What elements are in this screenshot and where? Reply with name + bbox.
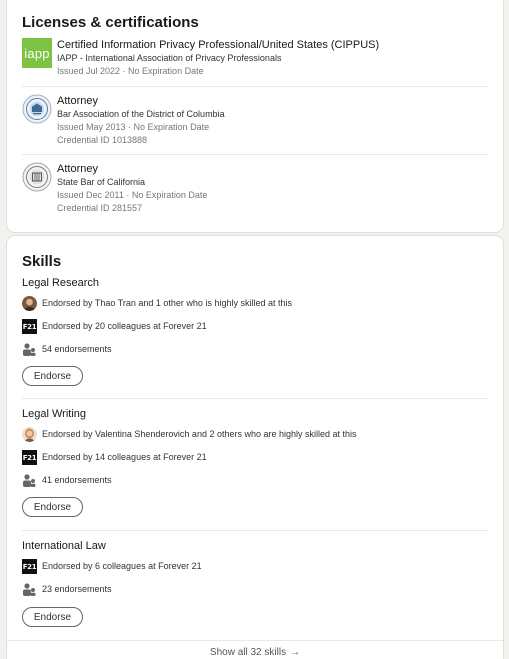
endorsement-company-text: Endorsed by 20 colleagues at Forever 21 — [42, 321, 207, 331]
forever21-logo: F21 — [22, 319, 37, 334]
divider — [22, 530, 488, 531]
endorsement-person-text: Endorsed by Valentina Shenderovich and 2… — [42, 429, 357, 439]
dc-bar-seal-logo — [22, 94, 52, 124]
endorsement-count: 41 endorsements — [42, 475, 112, 485]
avatar — [22, 296, 37, 311]
endorsement-count: 23 endorsements — [42, 584, 112, 594]
endorse-button[interactable]: Endorse — [22, 497, 83, 517]
endorse-button[interactable]: Endorse — [22, 366, 83, 386]
license-item-ca-bar[interactable]: Attorney State Bar of California Issued … — [22, 162, 488, 222]
forever21-logo: F21 — [22, 559, 37, 574]
endorsement-company-row[interactable]: F21 Endorsed by 14 colleagues at Forever… — [22, 450, 488, 466]
endorsement-company-row[interactable]: F21 Endorsed by 20 colleagues at Forever… — [22, 319, 488, 335]
divider — [22, 154, 488, 155]
endorsement-person-row[interactable]: Endorsed by Valentina Shenderovich and 2… — [22, 427, 488, 443]
skill-item-legal-research: Legal Research Endorsed by Thao Tran and… — [22, 277, 488, 387]
endorsement-count-row[interactable]: 54 endorsements — [22, 342, 488, 358]
license-credential-id: Credential ID 281557 — [57, 203, 143, 213]
people-icon — [22, 582, 37, 597]
endorsement-company-text: Endorsed by 6 colleagues at Forever 21 — [42, 561, 202, 571]
endorsement-count-row[interactable]: 23 endorsements — [22, 582, 488, 598]
endorsement-person-row[interactable]: Endorsed by Thao Tran and 1 other who is… — [22, 296, 488, 312]
divider — [22, 398, 488, 399]
license-issuer: IAPP - International Association of Priv… — [57, 53, 282, 63]
show-all-skills-label: Show all 32 skills — [209, 647, 287, 658]
skills-section: Skills Legal Research Endorsed by Thao T… — [7, 236, 503, 659]
skills-title: Skills — [22, 253, 62, 270]
license-title: Attorney — [57, 95, 98, 107]
skill-name[interactable]: Legal Writing — [22, 408, 86, 420]
people-icon — [22, 342, 37, 357]
license-issued-date: Issued Jul 2022 · No Expiration Date — [57, 66, 204, 76]
license-credential-id: Credential ID 1013888 — [57, 135, 148, 145]
endorsement-person-text: Endorsed by Thao Tran and 1 other who is… — [42, 298, 292, 308]
license-issued-date: Issued May 2013 · No Expiration Date — [57, 122, 210, 132]
avatar — [22, 427, 37, 442]
license-issuer: Bar Association of the District of Colum… — [57, 109, 225, 119]
skill-name[interactable]: International Law — [22, 540, 106, 552]
show-all-skills-link[interactable]: Show all 32 skills → — [7, 640, 503, 659]
skill-name[interactable]: Legal Research — [22, 277, 99, 289]
endorsement-count-row[interactable]: 41 endorsements — [22, 473, 488, 489]
divider — [22, 86, 488, 87]
license-item-dc-bar[interactable]: Attorney Bar Association of the District… — [22, 94, 488, 154]
license-issued-date: Issued Dec 2011 · No Expiration Date — [57, 190, 208, 200]
forever21-logo: F21 — [22, 450, 37, 465]
license-item-cippus[interactable]: iapp Certified Information Privacy Profe… — [22, 38, 488, 98]
iapp-logo: iapp — [22, 38, 52, 68]
california-bar-seal-logo — [22, 162, 52, 192]
license-issuer: State Bar of California — [57, 177, 146, 187]
licenses-title: Licenses & certifications — [22, 14, 199, 31]
arrow-right-icon: → — [290, 647, 301, 658]
skill-item-legal-writing: Legal Writing Endorsed by Valentina Shen… — [22, 408, 488, 520]
endorse-button[interactable]: Endorse — [22, 607, 83, 627]
endorsement-company-text: Endorsed by 14 colleagues at Forever 21 — [42, 452, 207, 462]
endorsement-company-row[interactable]: F21 Endorsed by 6 colleagues at Forever … — [22, 559, 488, 575]
endorsement-count: 54 endorsements — [42, 344, 112, 354]
people-icon — [22, 473, 37, 488]
license-title: Certified Information Privacy Profession… — [57, 39, 380, 51]
license-title: Attorney — [57, 163, 98, 175]
licenses-section: Licenses & certifications iapp Certified… — [7, 0, 503, 232]
skill-item-international-law: International Law F21 Endorsed by 6 coll… — [22, 540, 488, 630]
